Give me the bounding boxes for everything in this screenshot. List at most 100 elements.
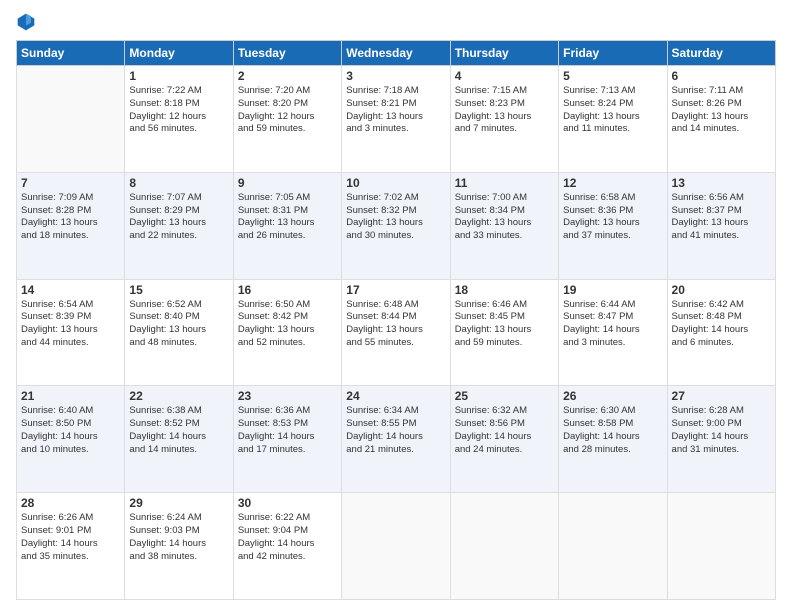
cell-w5-d5 xyxy=(559,493,667,600)
day-info-w5-d0: Sunrise: 6:26 AMSunset: 9:01 PMDaylight:… xyxy=(21,512,120,563)
calendar-header-row: Sunday Monday Tuesday Wednesday Thursday… xyxy=(17,41,776,66)
day-info-w5-d2: Sunrise: 6:22 AMSunset: 9:04 PMDaylight:… xyxy=(238,512,337,563)
cell-w2-d3: 10 Sunrise: 7:02 AMSunset: 8:32 PMDayligh… xyxy=(342,172,450,279)
day-number-w3-d6: 20 xyxy=(672,283,771,297)
day-number-w2-d3: 10 xyxy=(346,176,445,190)
day-number-w3-d5: 19 xyxy=(563,283,662,297)
day-info-w2-d3: Sunrise: 7:02 AMSunset: 8:32 PMDaylight:… xyxy=(346,192,445,243)
cell-w4-d6: 27 Sunrise: 6:28 AMSunset: 9:00 PMDayligh… xyxy=(667,386,775,493)
page: Sunday Monday Tuesday Wednesday Thursday… xyxy=(0,0,792,612)
day-number-w2-d6: 13 xyxy=(672,176,771,190)
day-info-w4-d6: Sunrise: 6:28 AMSunset: 9:00 PMDaylight:… xyxy=(672,405,771,456)
cell-w1-d2: 2 Sunrise: 7:20 AMSunset: 8:20 PMDaylight… xyxy=(233,66,341,173)
cell-w3-d6: 20 Sunrise: 6:42 AMSunset: 8:48 PMDayligh… xyxy=(667,279,775,386)
cell-w4-d2: 23Sunrise: 6:36 AMSunset: 8:53 PMDayligh… xyxy=(233,386,341,493)
day-number-w1-d4: 4 xyxy=(455,69,554,83)
day-number-w2-d5: 12 xyxy=(563,176,662,190)
cell-w1-d3: 3 Sunrise: 7:18 AMSunset: 8:21 PMDaylight… xyxy=(342,66,450,173)
header xyxy=(16,12,776,32)
logo xyxy=(16,12,40,32)
cell-w2-d5: 12 Sunrise: 6:58 AMSunset: 8:36 PMDayligh… xyxy=(559,172,667,279)
day-number-w2-d0: 7 xyxy=(21,176,120,190)
cell-w4-d3: 24 Sunrise: 6:34 AMSunset: 8:55 PMDayligh… xyxy=(342,386,450,493)
cell-w5-d1: 29 Sunrise: 6:24 AMSunset: 9:03 PMDayligh… xyxy=(125,493,233,600)
cell-w4-d5: 26 Sunrise: 6:30 AMSunset: 8:58 PMDayligh… xyxy=(559,386,667,493)
day-number-w1-d2: 2 xyxy=(238,69,337,83)
day-info-w2-d2: Sunrise: 7:05 AMSunset: 8:31 PMDaylight:… xyxy=(238,192,337,243)
calendar-body: 1 Sunrise: 7:22 AMSunset: 8:18 PMDaylight… xyxy=(17,66,776,600)
calendar-table: Sunday Monday Tuesday Wednesday Thursday… xyxy=(16,40,776,600)
cell-w1-d6: 6 Sunrise: 7:11 AMSunset: 8:26 PMDaylight… xyxy=(667,66,775,173)
day-number-w5-d1: 29 xyxy=(129,496,228,510)
cell-w3-d2: 16 Sunrise: 6:50 AMSunset: 8:42 PMDayligh… xyxy=(233,279,341,386)
day-info-w1-d3: Sunrise: 7:18 AMSunset: 8:21 PMDaylight:… xyxy=(346,85,445,136)
day-number-w2-d1: 8 xyxy=(129,176,228,190)
day-number-w4-d2: 23 xyxy=(238,389,337,403)
day-number-w4-d4: 25 xyxy=(455,389,554,403)
week-row-1: 1 Sunrise: 7:22 AMSunset: 8:18 PMDaylight… xyxy=(17,66,776,173)
week-row-3: 14Sunrise: 6:54 AMSunset: 8:39 PMDayligh… xyxy=(17,279,776,386)
day-number-w4-d6: 27 xyxy=(672,389,771,403)
day-number-w5-d2: 30 xyxy=(238,496,337,510)
day-number-w1-d1: 1 xyxy=(129,69,228,83)
cell-w5-d0: 28 Sunrise: 6:26 AMSunset: 9:01 PMDayligh… xyxy=(17,493,125,600)
day-info-w5-d1: Sunrise: 6:24 AMSunset: 9:03 PMDaylight:… xyxy=(129,512,228,563)
day-number-w4-d3: 24 xyxy=(346,389,445,403)
cell-w4-d0: 21 Sunrise: 6:40 AMSunset: 8:50 PMDayligh… xyxy=(17,386,125,493)
day-info-w2-d6: Sunrise: 6:56 AMSunset: 8:37 PMDaylight:… xyxy=(672,192,771,243)
week-row-5: 28 Sunrise: 6:26 AMSunset: 9:01 PMDayligh… xyxy=(17,493,776,600)
day-info-w1-d2: Sunrise: 7:20 AMSunset: 8:20 PMDaylight:… xyxy=(238,85,337,136)
logo-icon xyxy=(16,12,36,32)
cell-w5-d2: 30 Sunrise: 6:22 AMSunset: 9:04 PMDayligh… xyxy=(233,493,341,600)
col-tuesday: Tuesday xyxy=(233,41,341,66)
day-number-w5-d0: 28 xyxy=(21,496,120,510)
cell-w1-d5: 5Sunrise: 7:13 AMSunset: 8:24 PMDaylight… xyxy=(559,66,667,173)
cell-w5-d6 xyxy=(667,493,775,600)
day-info-w2-d5: Sunrise: 6:58 AMSunset: 8:36 PMDaylight:… xyxy=(563,192,662,243)
day-info-w4-d4: Sunrise: 6:32 AMSunset: 8:56 PMDaylight:… xyxy=(455,405,554,456)
cell-w3-d1: 15Sunrise: 6:52 AMSunset: 8:40 PMDayligh… xyxy=(125,279,233,386)
day-number-w4-d1: 22 xyxy=(129,389,228,403)
day-info-w3-d2: Sunrise: 6:50 AMSunset: 8:42 PMDaylight:… xyxy=(238,299,337,350)
day-info-w2-d0: Sunrise: 7:09 AMSunset: 8:28 PMDaylight:… xyxy=(21,192,120,243)
day-info-w3-d6: Sunrise: 6:42 AMSunset: 8:48 PMDaylight:… xyxy=(672,299,771,350)
day-number-w3-d4: 18 xyxy=(455,283,554,297)
day-info-w2-d4: Sunrise: 7:00 AMSunset: 8:34 PMDaylight:… xyxy=(455,192,554,243)
week-row-2: 7 Sunrise: 7:09 AMSunset: 8:28 PMDaylight… xyxy=(17,172,776,279)
col-thursday: Thursday xyxy=(450,41,558,66)
cell-w3-d0: 14Sunrise: 6:54 AMSunset: 8:39 PMDayligh… xyxy=(17,279,125,386)
day-info-w4-d5: Sunrise: 6:30 AMSunset: 8:58 PMDaylight:… xyxy=(563,405,662,456)
day-number-w3-d3: 17 xyxy=(346,283,445,297)
day-info-w1-d1: Sunrise: 7:22 AMSunset: 8:18 PMDaylight:… xyxy=(129,85,228,136)
day-info-w1-d6: Sunrise: 7:11 AMSunset: 8:26 PMDaylight:… xyxy=(672,85,771,136)
day-number-w4-d5: 26 xyxy=(563,389,662,403)
col-sunday: Sunday xyxy=(17,41,125,66)
cell-w4-d4: 25 Sunrise: 6:32 AMSunset: 8:56 PMDayligh… xyxy=(450,386,558,493)
day-info-w2-d1: Sunrise: 7:07 AMSunset: 8:29 PMDaylight:… xyxy=(129,192,228,243)
week-row-4: 21 Sunrise: 6:40 AMSunset: 8:50 PMDayligh… xyxy=(17,386,776,493)
day-info-w1-d5: Sunrise: 7:13 AMSunset: 8:24 PMDaylight:… xyxy=(563,85,662,136)
cell-w2-d1: 8 Sunrise: 7:07 AMSunset: 8:29 PMDaylight… xyxy=(125,172,233,279)
day-number-w1-d3: 3 xyxy=(346,69,445,83)
day-number-w2-d2: 9 xyxy=(238,176,337,190)
cell-w2-d2: 9 Sunrise: 7:05 AMSunset: 8:31 PMDaylight… xyxy=(233,172,341,279)
cell-w5-d4 xyxy=(450,493,558,600)
cell-w5-d3 xyxy=(342,493,450,600)
col-monday: Monday xyxy=(125,41,233,66)
cell-w3-d5: 19Sunrise: 6:44 AMSunset: 8:47 PMDayligh… xyxy=(559,279,667,386)
day-info-w4-d1: Sunrise: 6:38 AMSunset: 8:52 PMDaylight:… xyxy=(129,405,228,456)
day-number-w4-d0: 21 xyxy=(21,389,120,403)
day-info-w4-d3: Sunrise: 6:34 AMSunset: 8:55 PMDaylight:… xyxy=(346,405,445,456)
col-friday: Friday xyxy=(559,41,667,66)
day-info-w3-d4: Sunrise: 6:46 AMSunset: 8:45 PMDaylight:… xyxy=(455,299,554,350)
cell-w1-d1: 1 Sunrise: 7:22 AMSunset: 8:18 PMDaylight… xyxy=(125,66,233,173)
col-wednesday: Wednesday xyxy=(342,41,450,66)
day-number-w1-d6: 6 xyxy=(672,69,771,83)
day-info-w3-d3: Sunrise: 6:48 AMSunset: 8:44 PMDaylight:… xyxy=(346,299,445,350)
day-number-w3-d2: 16 xyxy=(238,283,337,297)
day-info-w3-d1: Sunrise: 6:52 AMSunset: 8:40 PMDaylight:… xyxy=(129,299,228,350)
day-info-w4-d0: Sunrise: 6:40 AMSunset: 8:50 PMDaylight:… xyxy=(21,405,120,456)
cell-w2-d4: 11 Sunrise: 7:00 AMSunset: 8:34 PMDayligh… xyxy=(450,172,558,279)
day-number-w2-d4: 11 xyxy=(455,176,554,190)
cell-w3-d3: 17 Sunrise: 6:48 AMSunset: 8:44 PMDayligh… xyxy=(342,279,450,386)
